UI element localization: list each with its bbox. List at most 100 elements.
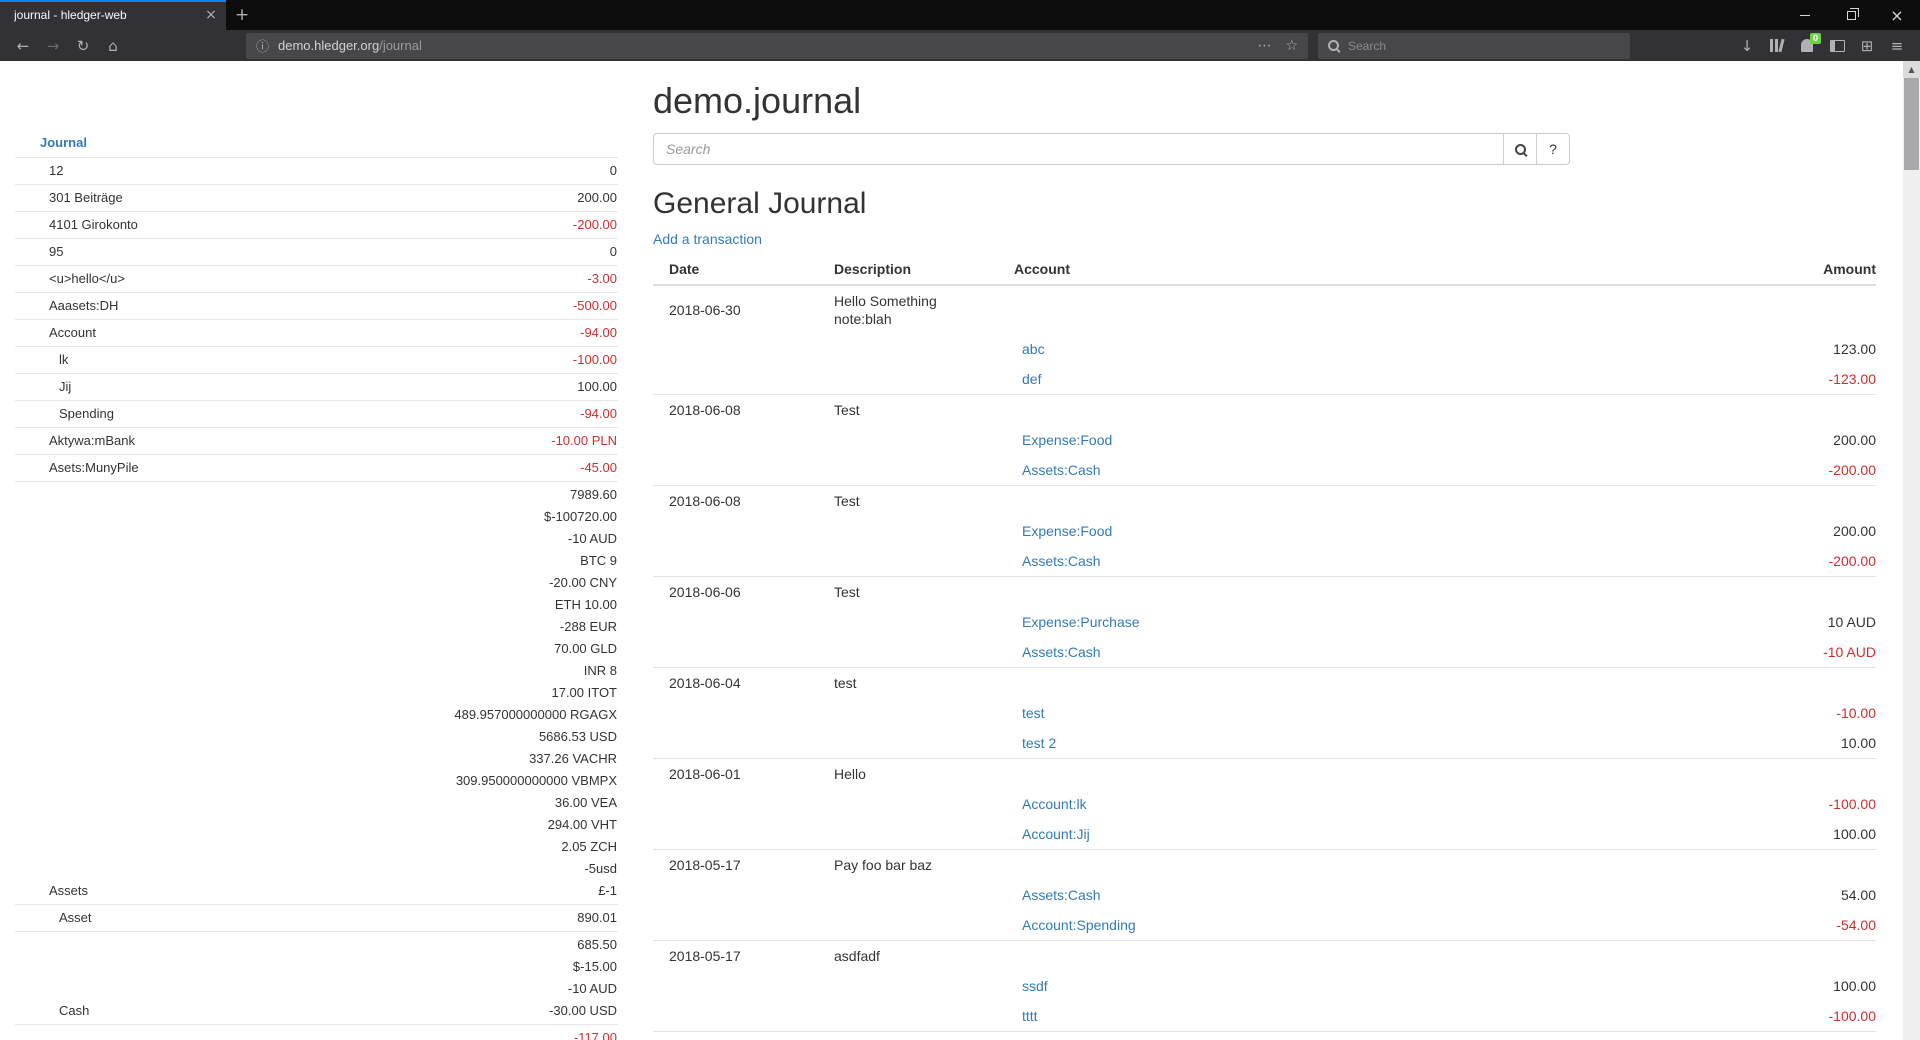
sidebar-account-row[interactable]: -45.00 Asets:MunyPile: [15, 454, 618, 481]
sidebar-toggle-button[interactable]: [1822, 32, 1852, 60]
search-help-button[interactable]: ?: [1536, 133, 1570, 165]
posting-row: Expense:Purchase 10 AUD: [653, 607, 1876, 637]
search-input[interactable]: [653, 133, 1504, 165]
sidebar-account-row[interactable]: -100.00 lk: [15, 346, 618, 373]
sidebar-account-link[interactable]: Assets: [49, 880, 88, 902]
scrollbar-up-arrow[interactable]: ▲: [1903, 61, 1920, 78]
posting-account-link[interactable]: def: [1022, 371, 1041, 387]
posting-row: abc 123.00: [653, 334, 1876, 364]
sidebar-account-row[interactable]: -3.00 <u>hello</u>: [15, 265, 618, 292]
back-button[interactable]: ←: [8, 33, 38, 59]
sidebar-account-row[interactable]: -94.00 Spending: [15, 400, 618, 427]
posting-account-link[interactable]: test 2: [1022, 735, 1056, 751]
page-scrollbar[interactable]: ▲: [1903, 61, 1920, 1040]
window-close-button[interactable]: ×: [1874, 0, 1920, 30]
posting-account-link[interactable]: Expense:Food: [1022, 432, 1112, 448]
posting-account-link[interactable]: test: [1022, 705, 1045, 721]
transaction-row[interactable]: 2018-05-17 Test: [653, 1032, 1876, 1040]
journal-link[interactable]: Journal: [40, 135, 87, 150]
main-content: demo.journal ? General Journal Add a tra…: [653, 61, 1876, 1040]
sidebar-account-link[interactable]: Asets:MunyPile: [49, 457, 139, 479]
sidebar-account-link[interactable]: Cash: [59, 1000, 89, 1022]
transaction-description: Test: [818, 577, 998, 608]
sidebar-account-row[interactable]: -10.00 PLN Aktywa:mBank: [15, 427, 618, 454]
tab-close-icon[interactable]: ×: [202, 7, 220, 23]
transaction-date: 2018-05-17: [653, 850, 818, 881]
sidebar-account-row[interactable]: 200.00 301 Beiträge: [15, 184, 618, 211]
transaction-row[interactable]: 2018-06-01 Hello: [653, 759, 1876, 790]
sidebar-account-link[interactable]: Spending: [59, 403, 114, 425]
transaction-row[interactable]: 2018-06-04 test: [653, 668, 1876, 699]
transaction-description: Pay foo bar baz: [818, 850, 998, 881]
sidebar-account-link[interactable]: Jij: [59, 376, 71, 398]
reload-button[interactable]: ↻: [68, 33, 98, 59]
posting-account-link[interactable]: tttt: [1022, 1008, 1038, 1024]
posting-account-link[interactable]: Account:Jij: [1022, 826, 1090, 842]
transaction-row[interactable]: 2018-05-17 Pay foo bar baz: [653, 850, 1876, 881]
sidebar-accounts: 0 12 200.00 301 Beiträge -200.00 4101 Gi…: [15, 157, 618, 1040]
sidebar-account-row[interactable]: -94.00 Account: [15, 319, 618, 346]
sidebar-account-row[interactable]: 100.00 Jij: [15, 373, 618, 400]
sidebar-account-link[interactable]: 95: [49, 241, 63, 263]
sidebar-account-row[interactable]: 685.50$-15.00-10 AUD-30.00 USD Cash: [15, 931, 618, 1024]
downloads-button[interactable]: ↓: [1732, 32, 1762, 60]
sidebar-account-link[interactable]: Aktywa:mBank: [49, 430, 135, 452]
posting-account-link[interactable]: Account:lk: [1022, 796, 1087, 812]
extension-button[interactable]: 0: [1792, 32, 1822, 60]
transaction-row[interactable]: 2018-05-17 asdfadf: [653, 941, 1876, 972]
transaction-row[interactable]: 2018-06-06 Test: [653, 577, 1876, 608]
transaction-row[interactable]: 2018-06-30 Hello Something note:blah: [653, 285, 1876, 334]
sidebar-account-row[interactable]: -117.00: [15, 1024, 618, 1040]
transaction-row[interactable]: 2018-06-08 Test: [653, 486, 1876, 517]
window-restore-button[interactable]: [1828, 0, 1874, 30]
sidebar-account-link[interactable]: Asset: [59, 907, 92, 929]
posting-account-link[interactable]: Assets:Cash: [1022, 553, 1101, 569]
sidebar-account-link[interactable]: 301 Beiträge: [49, 187, 123, 209]
menu-button[interactable]: ≡: [1882, 32, 1912, 60]
sidebar-account-row[interactable]: 7989.60$-100720.00-10 AUDBTC 9-20.00 CNY…: [15, 481, 618, 904]
sidebar-account-link[interactable]: 12: [49, 160, 63, 182]
sidebar-account-row[interactable]: 890.01 Asset: [15, 904, 618, 931]
bookmark-star-icon[interactable]: ☆: [1285, 38, 1298, 54]
account-balance: -30.00 USD: [15, 1000, 618, 1022]
transaction-date: 2018-06-06: [653, 577, 818, 608]
sidebar-account-row[interactable]: 0 12: [15, 157, 618, 184]
sidebar-account-link[interactable]: Aaasets:DH: [49, 295, 118, 317]
window-minimize-button[interactable]: [1782, 0, 1828, 30]
sidebar-account-link[interactable]: 4101 Girokonto: [49, 214, 138, 236]
sidebar-account-link[interactable]: lk: [59, 349, 68, 371]
posting-account-link[interactable]: abc: [1022, 341, 1045, 357]
account-balances: -117.00: [15, 1027, 618, 1040]
sidebar-account-row[interactable]: -200.00 4101 Girokonto: [15, 211, 618, 238]
site-info-icon[interactable]: ⓘ: [256, 36, 269, 55]
posting-account-link[interactable]: Assets:Cash: [1022, 644, 1101, 660]
browser-search-bar[interactable]: Search: [1318, 33, 1630, 59]
library-button[interactable]: [1762, 32, 1792, 60]
sidebar-account-link[interactable]: Account: [49, 322, 96, 344]
transaction-row[interactable]: 2018-06-08 Test: [653, 395, 1876, 426]
forward-button[interactable]: →: [38, 33, 68, 59]
scrollbar-thumb[interactable]: [1904, 78, 1919, 170]
sidebar-account-row[interactable]: 0 95: [15, 238, 618, 265]
new-tab-button[interactable]: +: [226, 0, 258, 30]
url-bar[interactable]: ⓘ demo.hledger.org /journal ⋯ ☆: [246, 33, 1308, 59]
posting-account-link[interactable]: Account:Spending: [1022, 917, 1136, 933]
transaction-date: 2018-05-17: [653, 1032, 818, 1040]
posting-amount: 10 AUD: [1656, 607, 1876, 637]
search-button[interactable]: [1503, 133, 1537, 165]
sidebar-account-row[interactable]: -500.00 Aaasets:DH: [15, 292, 618, 319]
sidebar-account-link[interactable]: <u>hello</u>: [49, 268, 125, 290]
posting-account-link[interactable]: ssdf: [1022, 978, 1048, 994]
transaction-description: asdfadf: [818, 941, 998, 972]
posting-account-link[interactable]: Expense:Purchase: [1022, 614, 1140, 630]
posting-account-link[interactable]: Assets:Cash: [1022, 887, 1101, 903]
grid-button[interactable]: ⊞: [1852, 32, 1882, 60]
page-actions-icon[interactable]: ⋯: [1257, 38, 1271, 54]
add-transaction-link[interactable]: Add a transaction: [653, 231, 762, 248]
posting-amount: 10.00: [1656, 728, 1876, 759]
browser-tab[interactable]: journal - hledger-web ×: [0, 0, 226, 30]
home-button[interactable]: ⌂: [98, 33, 128, 59]
posting-account-link[interactable]: Expense:Food: [1022, 523, 1112, 539]
posting-account-link[interactable]: Assets:Cash: [1022, 462, 1101, 478]
account-balance: $-15.00: [15, 956, 618, 978]
